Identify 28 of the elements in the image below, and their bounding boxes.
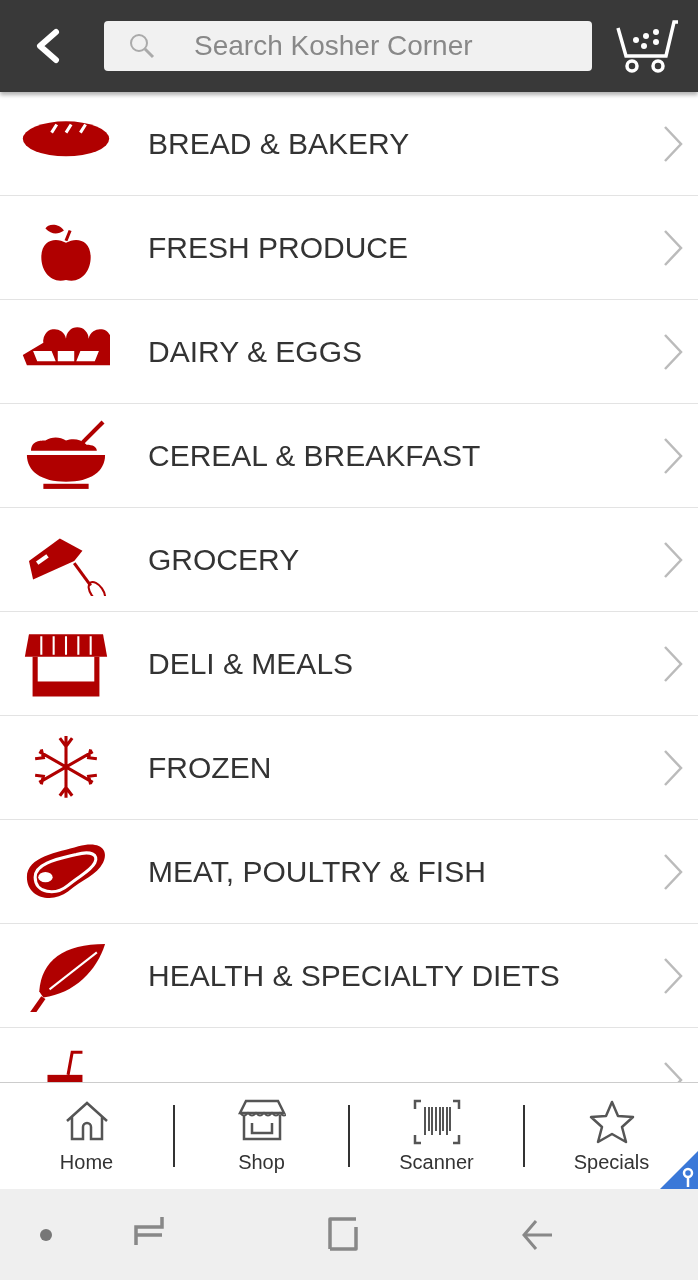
category-row[interactable]: DELI & MEALS [0, 612, 698, 716]
category-row[interactable]: BREAD & BAKERY [0, 92, 698, 196]
category-label: DAIRY & EGGS [148, 334, 363, 369]
nav-tab[interactable]: Shop [175, 1098, 348, 1174]
nav-tab[interactable]: Scanner [350, 1098, 523, 1174]
category-label: HEALTH & SPECIALTY DIETS [148, 958, 561, 993]
category-row[interactable]: FROZEN [0, 716, 698, 820]
search-icon [128, 32, 156, 60]
category-label: MEAT, POULTRY & FISH [148, 854, 487, 889]
category-label: GROCERY [148, 542, 301, 577]
cart-icon[interactable] [616, 18, 678, 74]
category-row[interactable]: GROCERY [0, 508, 698, 612]
category-label: FROZEN [148, 750, 273, 785]
category-row[interactable]: DAIRY & EGGS [0, 300, 698, 404]
nav-tab[interactable]: Home [0, 1098, 173, 1174]
category-row[interactable]: MEAT, POULTRY & FISH [0, 820, 698, 924]
key-badge-icon[interactable] [660, 1151, 698, 1189]
nav-tab[interactable]: Specials [525, 1098, 698, 1174]
category-row[interactable]: FRESH PRODUCE [0, 196, 698, 300]
category-label: CEREAL & BREAKFAST [148, 438, 482, 473]
category-label: FRESH PRODUCE [148, 230, 410, 265]
search-field[interactable]: Search Kosher Corner [104, 21, 592, 71]
category-row[interactable]: HEALTH & SPECIALTY DIETS [0, 924, 698, 1028]
category-label: BREAD & BAKERY [148, 126, 411, 161]
star-icon [587, 1098, 636, 1145]
category-row[interactable]: CEREAL & BREAKFAST [0, 404, 698, 508]
category-label: DELI & MEALS [148, 646, 355, 681]
barcode-icon [412, 1098, 461, 1145]
